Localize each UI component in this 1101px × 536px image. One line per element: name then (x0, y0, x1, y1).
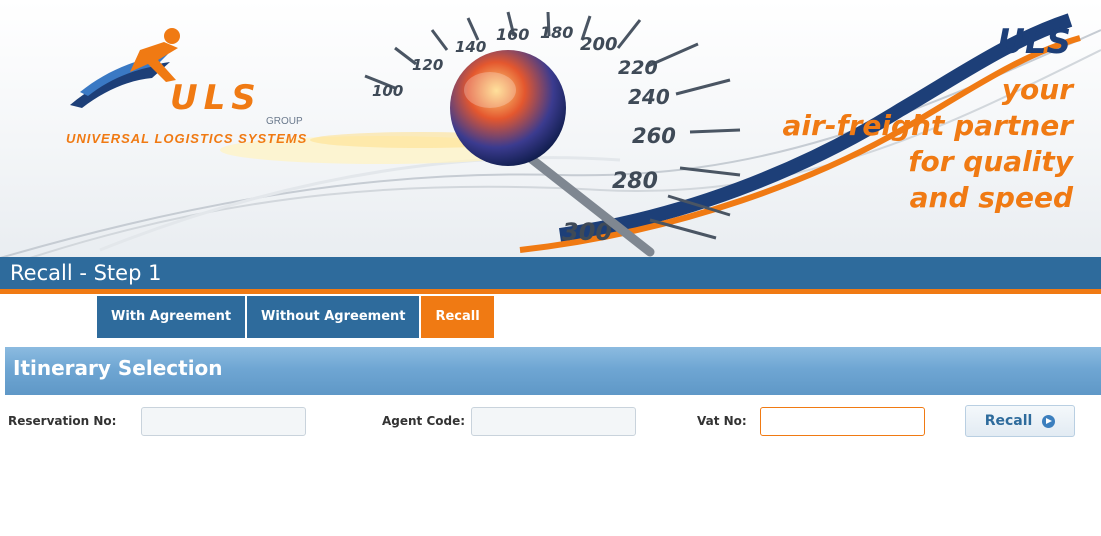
page: 100 120 140 160 180 200 220 240 260 280 … (0, 0, 1101, 536)
svg-text:160: 160 (496, 25, 529, 44)
group-label: GROUP (266, 116, 303, 127)
reservation-label: Reservation No: (8, 414, 117, 428)
agent-code-input[interactable] (471, 407, 636, 436)
vat-label: Vat No: (697, 414, 747, 428)
page-title: Recall - Step 1 (0, 257, 1101, 289)
recall-button-label: Recall (984, 413, 1033, 429)
tagline: your air-freight partner for quality and… (783, 72, 1073, 216)
tagline-line-2: air-freight partner (782, 109, 1073, 142)
arrow-right-circle-icon (1042, 414, 1056, 428)
tab-recall[interactable]: Recall (421, 296, 494, 338)
svg-text:180: 180 (540, 23, 573, 42)
header-banner: 100 120 140 160 180 200 220 240 260 280 … (0, 0, 1101, 258)
tagline-line-4: and speed (909, 181, 1073, 214)
svg-text:220: 220 (618, 57, 658, 79)
tab-bar: With Agreement Without Agreement Recall (97, 296, 496, 338)
tab-with-agreement[interactable]: With Agreement (97, 296, 246, 338)
tagline-line-3: for quality (908, 145, 1073, 178)
vat-input[interactable] (760, 407, 925, 436)
brand-logo-top: ULS (997, 22, 1071, 62)
speed-label-100: 100 (372, 82, 403, 100)
svg-text:140: 140 (455, 38, 486, 56)
reservation-input[interactable] (141, 407, 306, 436)
title-underline (0, 289, 1101, 294)
company-name: UNIVERSAL LOGISTICS SYSTEMS (66, 131, 308, 146)
globe-icon (450, 50, 566, 166)
recall-button[interactable]: Recall (965, 405, 1075, 437)
svg-text:120: 120 (412, 56, 443, 74)
section-title: Itinerary Selection (13, 356, 223, 380)
svg-text:280: 280 (612, 169, 658, 194)
tab-without-agreement[interactable]: Without Agreement (247, 296, 420, 338)
svg-text:240: 240 (628, 85, 670, 109)
tagline-line-1: your (1001, 73, 1073, 106)
agent-code-label: Agent Code: (382, 414, 466, 428)
svg-text:260: 260 (632, 124, 676, 148)
svg-text:300: 300 (562, 218, 612, 246)
svg-text:200: 200 (580, 34, 618, 55)
uls-logo-text: ULS (170, 78, 262, 118)
section-header: Itinerary Selection (5, 347, 1101, 395)
